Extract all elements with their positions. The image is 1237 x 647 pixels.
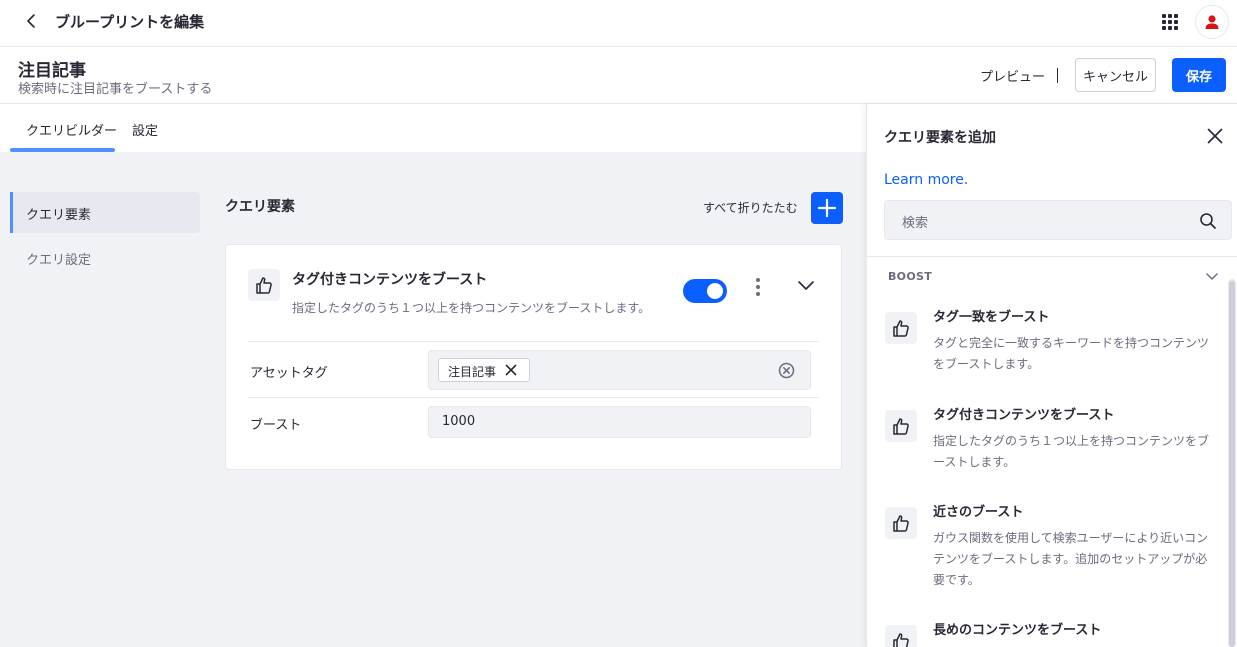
plus-icon: [817, 198, 837, 218]
query-element-card: タグ付きコンテンツをブースト 指定したタグのうち１つ以上を持つコンテンツをブース…: [225, 244, 842, 470]
divider: [248, 397, 819, 398]
search-placeholder: 検索: [902, 216, 929, 231]
tag-chip-label: 注目記事: [448, 365, 497, 379]
enable-toggle[interactable]: [683, 279, 727, 303]
close-icon[interactable]: [505, 364, 517, 376]
page-subtitle: 検索時に注目記事をブーストする: [18, 82, 213, 97]
preview-button[interactable]: プレビュー: [980, 66, 1045, 85]
boost-label: ブースト: [250, 418, 302, 433]
panel-title: クエリ要素を追加: [884, 130, 996, 146]
query-builder-main: クエリ要素 クエリ設定 クエリ要素 すべて折りたたむ タグ付きコンテンツをブース…: [0, 152, 866, 647]
back-chevron-left-icon[interactable]: [22, 11, 42, 31]
learn-more-link[interactable]: Learn more.: [884, 172, 968, 188]
thumbs-up-icon: [885, 312, 917, 344]
top-bar: ブループリントを編集: [0, 0, 1237, 47]
toggle-knob: [707, 283, 723, 299]
tab-settings[interactable]: 設定: [132, 120, 158, 139]
thumbs-up-icon: [885, 625, 917, 647]
card-title: タグ付きコンテンツをブースト: [292, 272, 488, 288]
asset-tags-field[interactable]: 注目記事: [428, 350, 811, 390]
chevron-down-icon[interactable]: [797, 276, 815, 294]
save-button[interactable]: 保存: [1172, 58, 1226, 92]
times-circle-icon[interactable]: [778, 362, 795, 379]
boost-input[interactable]: 1000: [428, 406, 811, 438]
list-item-description: タグと完全に一致するキーワードを持つコンテンツをブーストします。: [933, 336, 1210, 371]
search-icon[interactable]: [1199, 212, 1217, 230]
tag-chip: 注目記事: [438, 358, 530, 382]
list-item-title: 近さのブースト: [933, 505, 1024, 520]
thumbs-up-icon: [885, 507, 917, 539]
page-header-title: ブループリントを編集: [55, 13, 205, 31]
sidebar-item-query-elements[interactable]: クエリ要素: [10, 192, 200, 233]
card-description: 指定したタグのうち１つ以上を持つコンテンツをブーストします。: [292, 301, 651, 315]
divider: [867, 256, 1237, 257]
cancel-button[interactable]: キャンセル: [1075, 58, 1156, 92]
close-icon[interactable]: [1207, 128, 1223, 144]
list-item-description: ガウス関数を使用して検索ユーザーにより近いコンテンツをブーストします。追加のセッ…: [933, 531, 1209, 587]
divider: [248, 341, 819, 342]
divider: [1057, 68, 1058, 83]
list-item-title: 長めのコンテンツをブースト: [933, 623, 1102, 638]
scrollbar-thumb[interactable]: [1229, 281, 1235, 647]
list-item-title: タグ付きコンテンツをブースト: [933, 408, 1115, 423]
list-item-title: タグ一致をブースト: [933, 310, 1050, 325]
scrollbar[interactable]: [1228, 279, 1236, 647]
tab-query-builder[interactable]: クエリビルダー: [26, 120, 117, 139]
tab-bar: クエリビルダー 設定: [0, 104, 866, 152]
collapse-all-button[interactable]: すべて折りたたむ: [703, 199, 798, 216]
thumbs-up-icon: [248, 269, 280, 301]
search-input[interactable]: 検索: [884, 200, 1232, 240]
avatar[interactable]: [1195, 5, 1229, 39]
blueprint-header: 注目記事 検索時に注目記事をブーストする プレビュー キャンセル 保存: [0, 48, 1237, 104]
chevron-down-icon[interactable]: [1205, 269, 1219, 283]
category-heading: BOOST: [888, 270, 933, 283]
apps-grid-icon[interactable]: [1160, 12, 1180, 32]
section-title: クエリ要素: [225, 199, 295, 215]
user-icon: [1205, 15, 1219, 29]
sidebar-item-query-settings[interactable]: クエリ設定: [10, 237, 200, 278]
thumbs-up-icon: [885, 410, 917, 442]
list-item-description: 指定したタグのうち１つ以上を持つコンテンツをブーストします。: [933, 434, 1210, 469]
kebab-icon[interactable]: [750, 276, 766, 298]
add-query-element-panel: クエリ要素を追加 Learn more. 検索 BOOST タグ一致をブースト …: [866, 104, 1237, 647]
add-element-button[interactable]: [811, 192, 843, 224]
asset-tags-label: アセットタグ: [250, 366, 328, 381]
